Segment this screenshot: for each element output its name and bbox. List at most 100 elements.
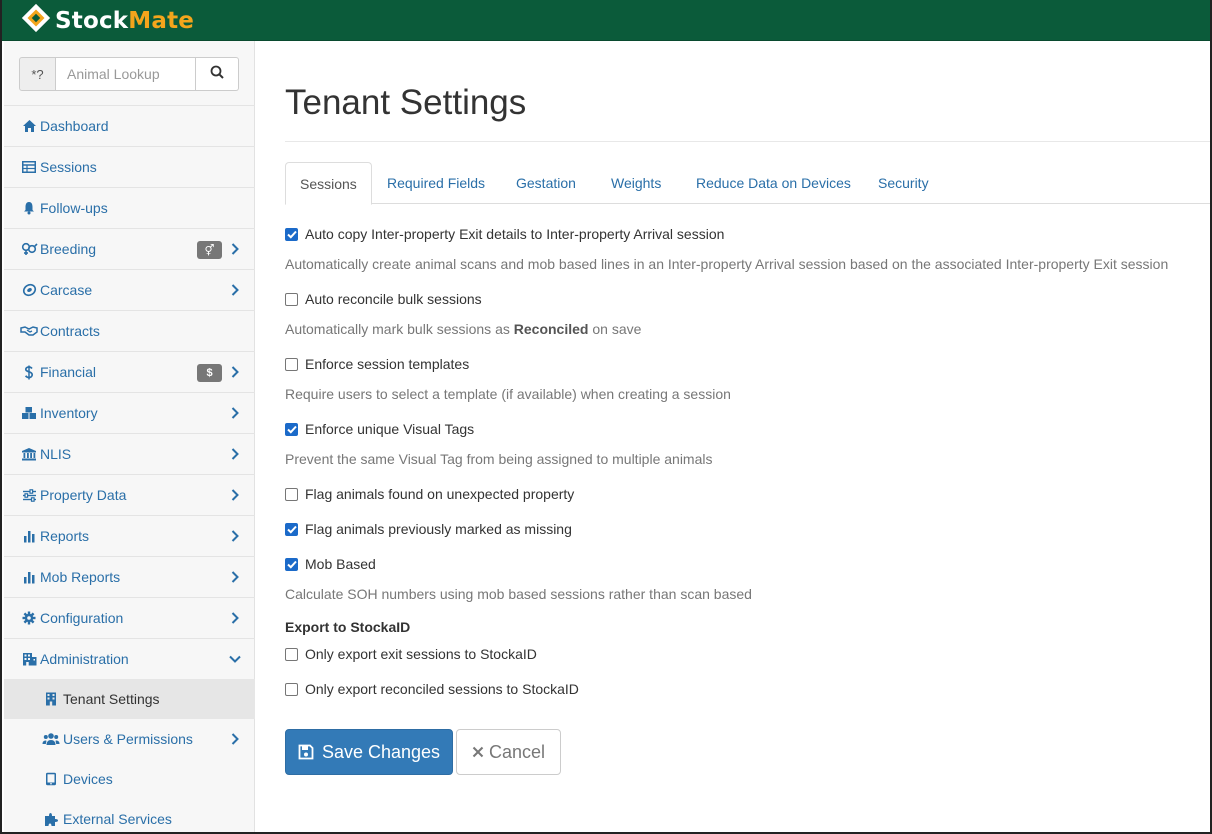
option-flag-previously-missing: Flag animals previously marked as missin…	[285, 521, 572, 537]
sidebar-item-label: Mob Reports	[40, 569, 121, 585]
option-label: Auto reconcile bulk sessions	[305, 291, 482, 307]
sidebar-subitem-external-services[interactable]: External Services	[4, 799, 255, 832]
sidebar-item-label: NLIS	[40, 446, 72, 462]
option-help-text: Calculate SOH numbers using mob based se…	[285, 586, 752, 602]
sidebar: *? Dashboard Sessions Follow-ups	[4, 41, 255, 832]
sidebar-item-dashboard[interactable]: Dashboard	[4, 105, 255, 146]
option-help-text: Automatically mark bulk sessions as Reco…	[285, 321, 642, 337]
page-title: Tenant Settings	[285, 83, 527, 122]
save-changes-label: Save Changes	[321, 741, 441, 762]
option-checkbox[interactable]	[285, 522, 298, 536]
option-label: Enforce unique Visual Tags	[305, 421, 475, 437]
save-changes-button[interactable]: Save Changes	[285, 729, 453, 775]
lookup-wildcard-addon[interactable]: *?	[19, 57, 56, 91]
table-icon	[20, 159, 38, 175]
option-enforce-unique-visual-tags: Enforce unique Visual Tags	[285, 421, 474, 437]
option-label: Flag animals found on unexpected propert…	[305, 486, 575, 502]
option-checkbox[interactable]	[285, 682, 298, 696]
sidebar-subitem-tenant-settings[interactable]: Tenant Settings	[4, 679, 255, 719]
app-logo[interactable]: StockMate	[20, 2, 194, 40]
sidebar-item-carcase[interactable]: Carcase	[4, 269, 255, 310]
chevron-right-icon	[229, 283, 241, 297]
option-label: Only export reconciled sessions to Stock…	[305, 681, 579, 697]
bar-chart-icon	[20, 569, 38, 585]
sidebar-item-contracts[interactable]: Contracts	[4, 310, 255, 351]
tab-reduce-data-on-devices[interactable]: Reduce Data on Devices	[682, 162, 865, 204]
chevron-right-icon	[229, 732, 241, 746]
handshake-icon	[20, 323, 38, 339]
sidebar-item-reports[interactable]: Reports	[4, 515, 255, 556]
tab-sessions[interactable]: Sessions	[285, 162, 372, 205]
breeding-badge: ⚥	[197, 241, 222, 259]
puzzle-icon	[42, 811, 60, 827]
carcase-icon	[20, 282, 38, 298]
logo-icon	[20, 3, 54, 38]
option-label: Flag animals previously marked as missin…	[305, 521, 572, 537]
chevron-right-icon	[229, 570, 241, 584]
sidebar-item-mob-reports[interactable]: Mob Reports	[4, 556, 255, 597]
sidebar-item-label: Follow-ups	[40, 200, 108, 216]
option-checkbox[interactable]	[285, 292, 298, 306]
settings-tabs: Sessions Required Fields Gestation Weigh…	[285, 162, 1210, 205]
sidebar-item-label: Reports	[40, 528, 90, 544]
option-flag-unexpected-property: Flag animals found on unexpected propert…	[285, 486, 574, 502]
tab-gestation[interactable]: Gestation	[502, 162, 590, 204]
users-icon	[42, 731, 60, 747]
cancel-label: Cancel	[488, 741, 546, 762]
sidebar-item-label: Contracts	[40, 323, 100, 339]
option-only-export-reconciled: Only export reconciled sessions to Stock…	[285, 681, 579, 697]
option-checkbox[interactable]	[285, 422, 298, 436]
top-bar: StockMate	[2, 0, 1210, 41]
sidebar-item-financial[interactable]: Financial $	[4, 351, 255, 392]
option-checkbox[interactable]	[285, 227, 298, 241]
option-help-text: Require users to select a template (if a…	[285, 386, 731, 402]
sidebar-subitem-label: Tenant Settings	[63, 691, 160, 707]
option-only-export-exit: Only export exit sessions to StockaID	[285, 646, 537, 662]
chevron-right-icon	[229, 488, 241, 502]
sidebar-item-configuration[interactable]: Configuration	[4, 597, 255, 638]
sidebar-item-inventory[interactable]: Inventory	[4, 392, 255, 433]
sidebar-item-label: Sessions	[40, 159, 97, 175]
chevron-right-icon	[229, 406, 241, 420]
sidebar-item-label: Carcase	[40, 282, 93, 298]
sidebar-subitem-users-permissions[interactable]: Users & Permissions	[4, 719, 255, 759]
cancel-button[interactable]: Cancel	[456, 729, 561, 775]
sidebar-subitem-label: Users & Permissions	[63, 731, 193, 747]
breeding-icon	[20, 241, 38, 257]
sidebar-item-follow-ups[interactable]: Follow-ups	[4, 187, 255, 228]
chevron-right-icon	[229, 242, 241, 256]
option-label: Mob Based	[305, 556, 376, 572]
option-checkbox[interactable]	[285, 647, 298, 661]
tablet-icon	[42, 771, 60, 787]
main-content: Tenant Settings Sessions Required Fields…	[256, 41, 1210, 832]
building-icon	[42, 691, 60, 707]
sidebar-item-label: Administration	[40, 651, 129, 667]
sidebar-item-administration[interactable]: Administration	[4, 638, 255, 679]
animal-lookup: *?	[19, 57, 239, 91]
option-checkbox[interactable]	[285, 357, 298, 371]
animal-lookup-input[interactable]	[56, 57, 196, 91]
option-auto-reconcile-bulk: Auto reconcile bulk sessions	[285, 291, 482, 307]
tab-security[interactable]: Security	[864, 162, 943, 204]
option-label: Auto copy Inter-property Exit details to…	[305, 226, 725, 242]
sidebar-subitem-label: External Services	[63, 811, 172, 827]
option-checkbox[interactable]	[285, 557, 298, 571]
sidebar-item-label: Configuration	[40, 610, 124, 626]
sidebar-item-sessions[interactable]: Sessions	[4, 146, 255, 187]
option-checkbox[interactable]	[285, 487, 298, 501]
financial-badge: $	[197, 364, 222, 382]
sidebar-item-property-data[interactable]: Property Data	[4, 474, 255, 515]
bell-icon	[20, 200, 38, 216]
dollar-icon	[20, 364, 38, 380]
sidebar-item-nlis[interactable]: NLIS	[4, 433, 255, 474]
tab-weights[interactable]: Weights	[597, 162, 675, 204]
tab-required-fields[interactable]: Required Fields	[373, 162, 499, 204]
boxes-icon	[20, 405, 38, 421]
lookup-search-button[interactable]	[196, 57, 239, 91]
chevron-right-icon	[229, 365, 241, 379]
sidebar-subitem-devices[interactable]: Devices	[4, 759, 255, 799]
sidebar-nav: Dashboard Sessions Follow-ups Breeding ⚥…	[4, 105, 255, 832]
option-auto-copy-inter-property: Auto copy Inter-property Exit details to…	[285, 226, 724, 242]
app-name: StockMate	[55, 8, 195, 34]
sidebar-item-breeding[interactable]: Breeding ⚥	[4, 228, 255, 269]
